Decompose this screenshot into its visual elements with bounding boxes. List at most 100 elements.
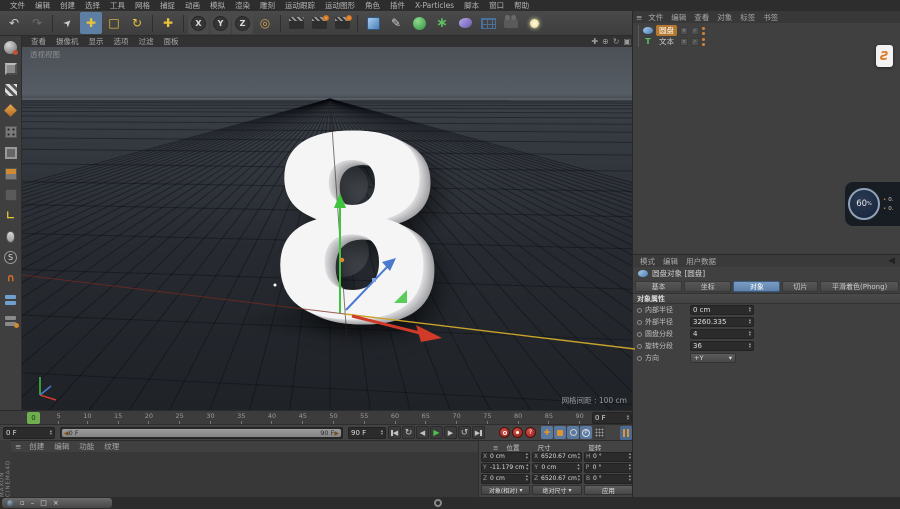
key-parameter-toggle[interactable]: P: [580, 426, 592, 439]
attribute-menu-item[interactable]: 模式: [636, 256, 659, 267]
menu-item[interactable]: 雕刻: [255, 0, 280, 11]
viewport-menu-item[interactable]: 显示: [84, 36, 109, 47]
key-position-toggle[interactable]: ✚: [541, 426, 553, 439]
object-manager-menu-item[interactable]: 查看: [690, 12, 713, 23]
lock-y-axis-button[interactable]: Y: [210, 13, 231, 34]
reverse-loop-button[interactable]: ↺: [458, 426, 471, 439]
key-rotation-toggle[interactable]: [567, 426, 579, 439]
array-button[interactable]: [477, 12, 499, 34]
rotation-b-field[interactable]: B0 °▴▾: [584, 474, 633, 484]
menu-item[interactable]: 编辑: [30, 0, 55, 11]
rotation-p-field[interactable]: P0 °▴▾: [584, 463, 633, 473]
attribute-tab[interactable]: 平滑着色(Phong): [820, 281, 899, 292]
object-manager-menu-item[interactable]: 文件: [644, 12, 667, 23]
size-y-field[interactable]: Y0 cm▴▾: [532, 463, 581, 473]
size-z-field[interactable]: Z6520.67 cm▴▾: [532, 474, 582, 484]
position-z-field[interactable]: Z0 cm▴▾: [481, 474, 530, 484]
frame-range-slider[interactable]: ◀ 0 F 90 F ▶: [60, 427, 343, 439]
rotation-h-field[interactable]: H0 °▴▾: [584, 452, 633, 462]
object-manager-menu-item[interactable]: 编辑: [667, 12, 690, 23]
menu-item[interactable]: 模拟: [205, 0, 230, 11]
material-menu-item[interactable]: 创建: [24, 441, 49, 452]
maximize-view-icon[interactable]: ▣: [623, 37, 631, 46]
loop-button[interactable]: ↻: [402, 426, 415, 439]
last-tool-button[interactable]: ✚: [157, 12, 179, 34]
object-manager-menu-item[interactable]: 标签: [736, 12, 759, 23]
tag-icon[interactable]: ✓: [691, 38, 699, 46]
current-frame-field[interactable]: 0 F▴▾: [592, 412, 632, 424]
attribute-tab[interactable]: 坐标: [684, 281, 731, 292]
keyframe-selection-button[interactable]: ?: [525, 427, 536, 438]
make-editable-button[interactable]: [1, 38, 21, 57]
animation-mode-button[interactable]: [1, 185, 21, 204]
object-row-disc[interactable]: 圆盘 × ✓: [638, 25, 900, 36]
tag-icon[interactable]: ×: [680, 38, 688, 46]
material-menu-item[interactable]: 纹理: [99, 441, 124, 452]
camera-button[interactable]: [500, 12, 522, 34]
timeline-ruler[interactable]: 051015202530354045505560657075808590 0 0…: [0, 410, 635, 424]
window-icon[interactable]: ▫: [20, 499, 25, 507]
workplane-mode-button[interactable]: [1, 101, 21, 120]
generator-button[interactable]: [408, 12, 430, 34]
inner-radius-field[interactable]: 0 cm▴▾: [690, 305, 754, 315]
viewport-scene[interactable]: 透视视图 8: [22, 47, 635, 410]
outer-radius-field[interactable]: 3260.335▴▾: [690, 317, 754, 327]
viewport-solo-button[interactable]: [1, 227, 21, 246]
menu-item[interactable]: 捕捉: [155, 0, 180, 11]
object-manager-menu-item[interactable]: 对象: [713, 12, 736, 23]
render-picture-viewer-button[interactable]: [308, 12, 330, 34]
deformer-button[interactable]: [454, 12, 476, 34]
visibility-dots[interactable]: [702, 38, 705, 46]
mograph-button[interactable]: ∗: [431, 12, 453, 34]
animation-dot-icon[interactable]: [637, 356, 642, 361]
object-name[interactable]: 圆盘: [656, 25, 677, 36]
spline-pen-button[interactable]: ✎: [385, 12, 407, 34]
object-manager-menu-item[interactable]: 书签: [759, 12, 782, 23]
menu-item[interactable]: 网格: [130, 0, 155, 11]
viewport-menu-item[interactable]: 摄像机: [51, 36, 84, 47]
menu-item[interactable]: 窗口: [484, 0, 509, 11]
key-scale-toggle[interactable]: [554, 426, 566, 439]
object-name[interactable]: 文本: [656, 36, 677, 47]
goto-end-button[interactable]: ▶: [472, 426, 485, 439]
points-mode-button[interactable]: [1, 122, 21, 141]
texture-mode-button[interactable]: [1, 80, 21, 99]
attribute-menu-item[interactable]: 编辑: [659, 256, 682, 267]
range-start-field[interactable]: 0 F▴▾: [3, 427, 55, 439]
close-icon[interactable]: ×: [53, 499, 59, 507]
size-x-field[interactable]: X6520.67 cm▴▾: [532, 452, 582, 462]
menu-item[interactable]: 脚本: [459, 0, 484, 11]
axis-gizmo[interactable]: [22, 47, 635, 410]
hamburger-icon[interactable]: ≡: [636, 13, 644, 22]
layer-settings-button[interactable]: [1, 311, 21, 330]
render-view-button[interactable]: [285, 12, 307, 34]
menu-item[interactable]: 运动图形: [320, 0, 360, 11]
orientation-dropdown[interactable]: +Y▾: [690, 353, 736, 363]
maximize-icon[interactable]: □: [40, 499, 47, 507]
select-tool-button[interactable]: ➤: [57, 12, 79, 34]
autokey-button[interactable]: [512, 427, 523, 438]
move-tool-button[interactable]: ✚: [80, 12, 102, 34]
attribute-tab[interactable]: 切片: [782, 281, 818, 292]
object-row-text[interactable]: T 文本 × ✓: [638, 36, 900, 47]
animation-dot-icon[interactable]: [637, 320, 642, 325]
menu-item[interactable]: 插件: [385, 0, 410, 11]
percentage-dial[interactable]: 60%: [848, 188, 880, 220]
animation-dot-icon[interactable]: [637, 308, 642, 313]
rotate-tool-button[interactable]: ↻: [126, 12, 148, 34]
timeline-playhead[interactable]: 0: [27, 412, 40, 424]
menu-item[interactable]: 文件: [5, 0, 30, 11]
previous-frame-button[interactable]: ◀: [416, 426, 429, 439]
keyframe-bars-icon[interactable]: [620, 426, 632, 440]
lock-z-axis-button[interactable]: Z: [232, 13, 253, 34]
render-settings-button[interactable]: [331, 12, 353, 34]
range-end-field[interactable]: 90 F▴▾: [348, 427, 386, 439]
menu-item[interactable]: 角色: [360, 0, 385, 11]
menu-item[interactable]: 帮助: [509, 0, 534, 11]
magnet-snap-button[interactable]: ∪: [1, 269, 21, 288]
record-keyframe-button[interactable]: [499, 427, 510, 438]
viewport[interactable]: 查看摄像机显示选项过滤面板 ✚ ⊕ ↻ ▣ 透视视图 8: [22, 36, 635, 410]
light-button[interactable]: [523, 12, 545, 34]
disc-segments-field[interactable]: 4▴▾: [690, 329, 754, 339]
note-icon[interactable]: Ƨ: [876, 45, 893, 67]
